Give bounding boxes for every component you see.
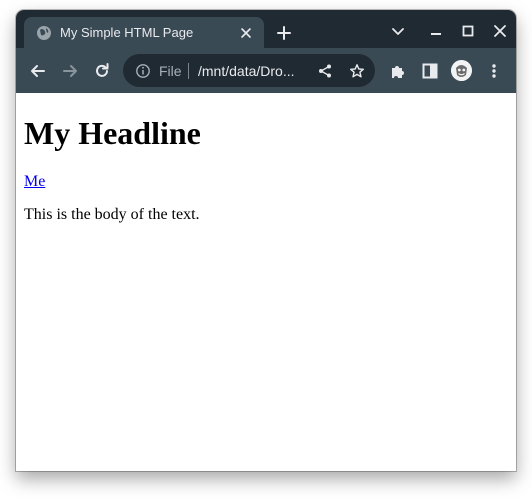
reload-icon[interactable]	[92, 61, 112, 81]
globe-icon	[36, 25, 52, 41]
body-text: This is the body of the text.	[24, 206, 200, 223]
star-icon[interactable]	[349, 63, 365, 79]
tab-strip: My Simple HTML Page	[16, 10, 516, 48]
new-tab-button[interactable]	[274, 23, 294, 43]
scheme-label: File	[159, 63, 182, 79]
back-arrow-icon[interactable]	[28, 61, 48, 81]
tab-active[interactable]: My Simple HTML Page	[24, 17, 264, 48]
close-icon[interactable]	[492, 23, 508, 39]
omnibox-divider	[188, 63, 189, 79]
tab-close-icon[interactable]	[238, 25, 254, 41]
share-icon[interactable]	[317, 63, 333, 79]
side-panel-icon[interactable]	[420, 61, 440, 81]
maximize-icon[interactable]	[460, 23, 476, 39]
me-link[interactable]: Me	[24, 173, 45, 191]
chevron-down-icon[interactable]	[390, 23, 406, 39]
puzzle-icon[interactable]	[388, 61, 408, 81]
tab-title: My Simple HTML Page	[60, 25, 194, 40]
url-text[interactable]: /mnt/data/Dro...	[198, 63, 294, 79]
info-icon[interactable]	[135, 63, 151, 79]
page-content: My Headline Me This is the body of the t…	[16, 93, 516, 471]
toolbar: File /mnt/data/Dro...	[16, 48, 516, 93]
kebab-menu-icon[interactable]	[484, 61, 504, 81]
forward-arrow-icon[interactable]	[60, 61, 80, 81]
browser-window: My Simple HTML Page File /mnt/data/Dro..…	[16, 10, 516, 471]
minimize-icon[interactable]	[428, 23, 444, 39]
avatar[interactable]	[451, 60, 472, 81]
address-bar[interactable]: File /mnt/data/Dro...	[123, 54, 375, 87]
page-headline: My Headline	[24, 115, 201, 151]
